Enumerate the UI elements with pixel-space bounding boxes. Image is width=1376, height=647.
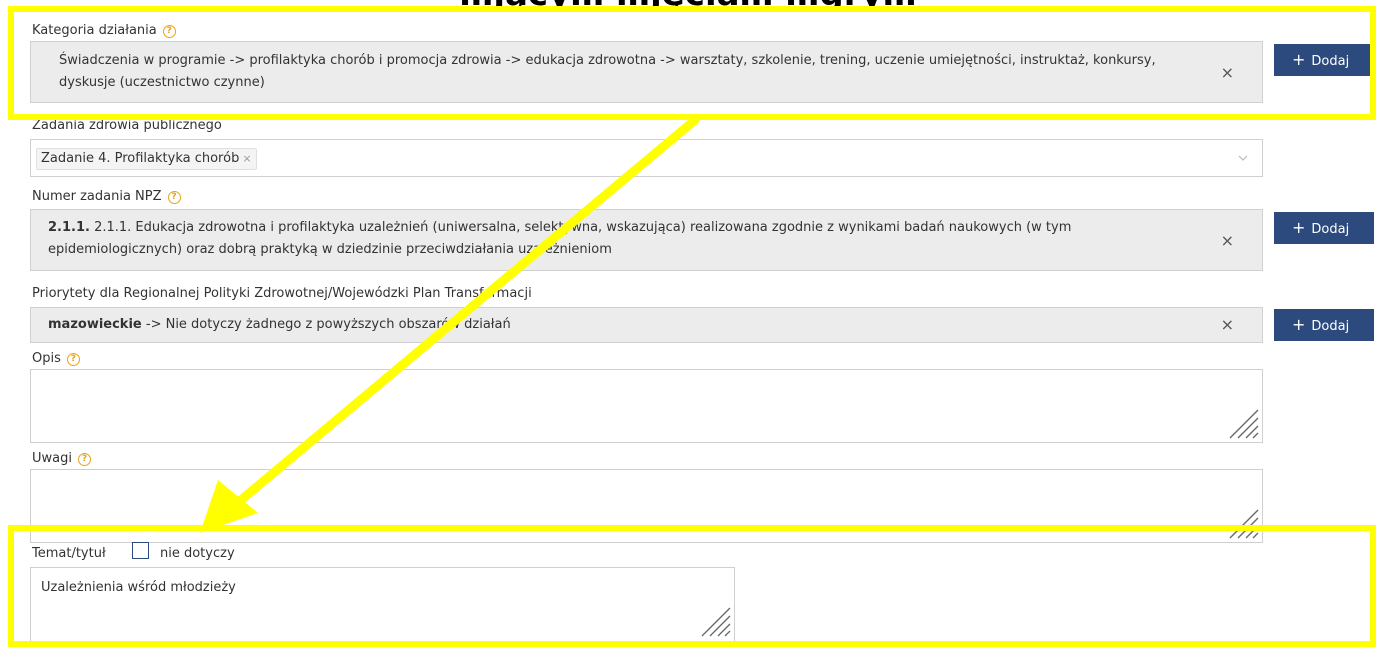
yellow-arrow-icon xyxy=(200,115,700,533)
